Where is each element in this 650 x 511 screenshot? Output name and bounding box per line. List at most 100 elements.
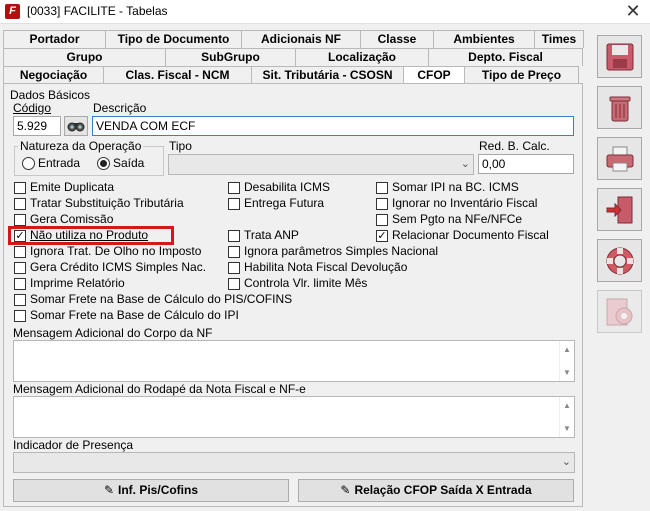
trata-anp-label: Trata ANP [244,228,299,242]
tab-depto-fiscal[interactable]: Depto. Fiscal [428,48,583,66]
saida-label: Saída [113,156,145,170]
trash-icon [609,96,631,122]
tab-row-2: Grupo SubGrupo Localização Depto. Fiscal [3,48,583,66]
mensagem-rodape-label: Mensagem Adicional do Rodapé da Nota Fis… [13,382,306,396]
tab-classe[interactable]: Classe [360,30,434,48]
window-title: [0033] FACILITE - Tabelas [27,4,168,18]
codigo-label: Código [13,101,52,115]
tipo-select[interactable]: ⌄ [168,154,474,175]
ignora-parametros-label: Ignora parâmetros Simples Nacional [244,244,439,258]
emite-duplicata-checkbox[interactable] [14,182,26,194]
save-button[interactable] [597,35,642,78]
somar-frete-pis-checkbox[interactable] [14,294,26,306]
title-bar: F [0033] FACILITE - Tabelas ✕ [0,0,650,24]
tab-subgrupo[interactable]: SubGrupo [165,48,296,66]
mensagem-rodape-textarea[interactable]: ▲ ▼ [13,396,575,438]
entrada-radio[interactable] [22,157,35,170]
habilita-devolucao-label: Habilita Nota Fiscal Devolução [244,260,408,274]
tab-ambientes[interactable]: Ambientes [433,30,535,48]
highlight-box [8,226,174,245]
chevron-down-icon: ⌄ [460,158,470,170]
print-button[interactable] [597,137,642,180]
gera-credito-checkbox[interactable] [14,262,26,274]
controla-limite-checkbox[interactable] [228,278,240,290]
tab-row-3: Negociação Clas. Fiscal - NCM Sit. Tribu… [3,66,579,86]
close-button[interactable]: ✕ [616,0,650,24]
ignorar-inventario-label: Ignorar no Inventário Fiscal [392,196,538,210]
tipo-label: Tipo [169,139,192,153]
ignora-trat-label: Ignora Trat. De Olho no Imposto [30,244,202,258]
tab-adicionais-nf[interactable]: Adicionais NF [241,30,361,48]
somar-frete-pis-label: Somar Frete na Base de Cálculo do PIS/CO… [30,292,293,306]
tab-negociacao[interactable]: Negociação [3,66,104,84]
chevron-down-icon: ⌄ [561,456,571,468]
settings-button[interactable] [597,290,642,333]
binoculars-search-button[interactable] [64,116,88,136]
binoculars-icon [67,122,85,132]
ignorar-inventario-checkbox[interactable] [376,198,388,210]
habilita-devolucao-checkbox[interactable] [228,262,240,274]
entrega-futura-checkbox[interactable] [228,198,240,210]
scroll-down-icon: ▼ [563,368,571,377]
rodape-scrollbar[interactable]: ▲ ▼ [559,397,574,437]
scroll-up-icon: ▲ [563,345,571,354]
somar-ipi-checkbox[interactable] [376,182,388,194]
gera-credito-label: Gera Crédito ICMS Simples Nac. [30,260,207,274]
tab-localizacao[interactable]: Localização [295,48,429,66]
tab-grupo[interactable]: Grupo [3,48,166,66]
saida-radio[interactable] [97,157,110,170]
sem-pgto-label: Sem Pgto na NFe/NFCe [392,212,523,226]
inf-pis-cofins-label: Inf. Pis/Cofins [118,483,199,497]
delete-button[interactable] [597,86,642,129]
app-logo-icon: F [5,4,20,19]
red-b-calc-input[interactable]: 0,00 [478,154,574,174]
corpo-scrollbar[interactable]: ▲ ▼ [559,341,574,381]
somar-ipi-label: Somar IPI na BC. ICMS [392,180,519,194]
printer-icon [606,146,634,172]
gera-comissao-label: Gera Comissão [30,212,114,226]
relacao-cfop-button[interactable]: ✎ Relação CFOP Saída X Entrada [298,479,574,502]
relacionar-doc-label: Relacionar Documento Fiscal [392,228,549,242]
edit-pencil-icon: ✎ [103,483,115,497]
somar-frete-ipi-checkbox[interactable] [14,310,26,322]
lifebuoy-icon [606,247,634,275]
descricao-input[interactable]: VENDA COM ECF [92,116,574,136]
imprime-relatorio-checkbox[interactable] [14,278,26,290]
tab-tipo-documento[interactable]: Tipo de Documento [105,30,242,48]
dados-basicos-legend: Dados Básicos [10,88,91,102]
tratar-st-checkbox[interactable] [14,198,26,210]
desabilita-icms-checkbox[interactable] [228,182,240,194]
natureza-operacao-label: Natureza da Operação [18,139,144,153]
mensagem-corpo-label: Mensagem Adicional do Corpo da NF [13,326,213,340]
settings-gears-icon [606,298,633,326]
tab-sit-tributaria[interactable]: Sit. Tributária - CSOSN [251,66,404,84]
gera-comissao-checkbox[interactable] [14,214,26,226]
scroll-down-icon: ▼ [563,424,571,433]
tratar-st-label: Tratar Substituição Tributária [30,196,184,210]
red-b-calc-label: Red. B. Calc. [479,139,550,153]
entrega-futura-label: Entrega Futura [244,196,325,210]
help-button[interactable] [597,239,642,282]
mensagem-corpo-textarea[interactable]: ▲ ▼ [13,340,575,382]
desabilita-icms-label: Desabilita ICMS [244,180,331,194]
tab-portador[interactable]: Portador [3,30,106,48]
relacao-cfop-label: Relação CFOP Saída X Entrada [354,483,532,497]
trata-anp-checkbox[interactable] [228,230,240,242]
relacionar-doc-checkbox[interactable]: ✓ [376,230,388,242]
codigo-input[interactable]: 5.929 [13,116,61,136]
indicador-presenca-select[interactable]: ⌄ [13,452,575,473]
ignora-trat-checkbox[interactable] [14,246,26,258]
scroll-up-icon: ▲ [563,401,571,410]
exit-button[interactable] [597,188,642,231]
tab-tipo-preco[interactable]: Tipo de Preço [464,66,579,84]
ignora-parametros-checkbox[interactable] [228,246,240,258]
tab-clas-fiscal-ncm[interactable]: Clas. Fiscal - NCM [103,66,252,84]
sem-pgto-checkbox[interactable] [376,214,388,226]
somar-frete-ipi-label: Somar Frete na Base de Cálculo do IPI [30,308,239,322]
entrada-label: Entrada [38,156,81,170]
tab-times[interactable]: Times [534,30,584,48]
controla-limite-label: Controla Vlr. limite Mês [244,276,368,290]
inf-pis-cofins-button[interactable]: ✎ Inf. Pis/Cofins [13,479,289,502]
indicador-presenca-label: Indicador de Presença [13,438,134,452]
descricao-label: Descrição [93,101,147,115]
